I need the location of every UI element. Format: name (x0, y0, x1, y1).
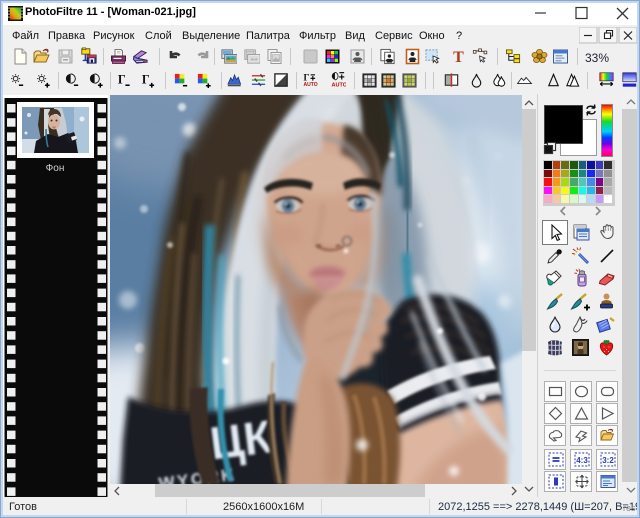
svg-text:AUTO: AUTO (304, 82, 318, 88)
svg-text:4:3: 4:3 (576, 456, 588, 465)
svg-text:Γ: Γ (118, 72, 126, 86)
svg-text:AUTO: AUTO (332, 83, 346, 88)
svg-text:Фон: Фон (46, 163, 65, 174)
svg-text:Γ: Γ (142, 72, 150, 86)
svg-text:3:2: 3:2 (602, 456, 614, 465)
svg-text:T: T (453, 49, 464, 65)
